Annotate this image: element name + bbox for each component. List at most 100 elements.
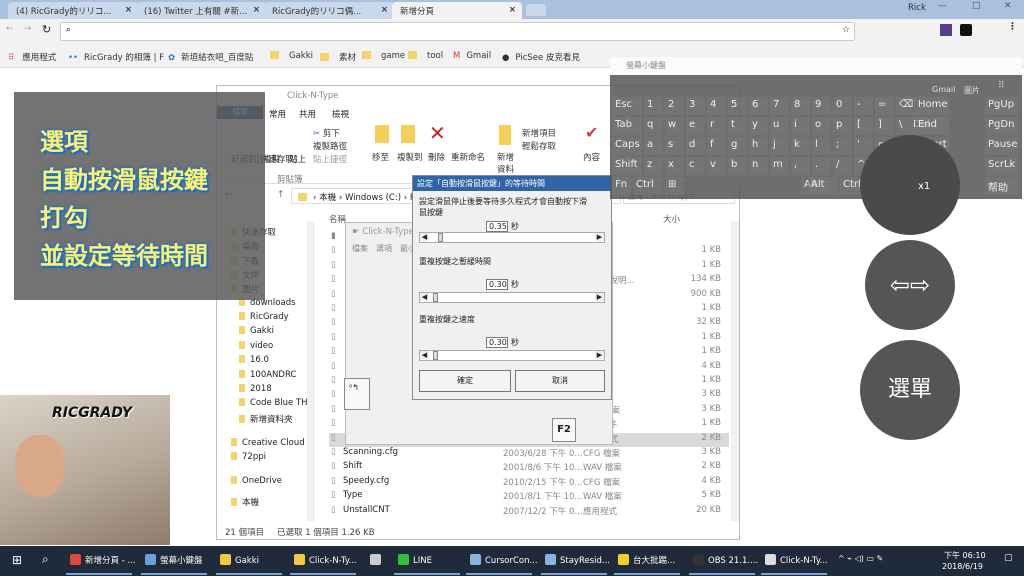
notifications-icon[interactable]: ▢ <box>1004 553 1013 563</box>
menu-button[interactable]: 選單 <box>860 340 960 440</box>
browser-tab[interactable]: (4) RicGrady的リリコ... × <box>8 2 138 19</box>
file-row[interactable]: ▯ Scanning.cfg 2003/6/28 下午 0... CFG 檔案 3 KB <box>329 447 729 461</box>
key[interactable]: [ <box>854 117 873 135</box>
reload-icon[interactable]: ↻ <box>42 23 51 36</box>
key[interactable]: b <box>728 157 747 175</box>
key[interactable]: 6 <box>749 97 768 115</box>
bookmark-folder[interactable]: tool <box>408 51 443 61</box>
key[interactable]: p <box>833 117 852 135</box>
close-tab-icon[interactable]: × <box>253 5 260 15</box>
key[interactable]: = <box>875 97 894 115</box>
key[interactable]: 帮助 <box>985 177 1019 195</box>
bookmark-apps[interactable]: ⠿ 應用程式 <box>8 51 56 63</box>
key[interactable]: PgDn <box>985 117 1019 135</box>
close-tab-icon[interactable]: × <box>509 5 516 15</box>
swap-button[interactable]: ⇦⇨ <box>865 240 955 330</box>
key[interactable]: Fn <box>612 177 631 195</box>
gmail-link[interactable]: Gmail <box>932 85 955 94</box>
bookmark[interactable]: ✿ 新垣結衣吧_百度貼 <box>168 51 253 63</box>
key[interactable]: 1 <box>644 97 663 115</box>
key[interactable]: Ctrl <box>633 177 663 195</box>
taskbar-item[interactable]: 新增分頁 - ... <box>70 554 136 566</box>
bookmark-folder[interactable]: game <box>362 51 405 61</box>
key[interactable]: c <box>686 157 705 175</box>
scroll-right-arrow[interactable]: ▶ <box>595 293 604 301</box>
scroll-left-arrow[interactable]: ◀ <box>420 233 429 241</box>
extension-icon[interactable] <box>940 24 952 36</box>
file-list-scrollbar[interactable] <box>731 221 739 521</box>
close-tab-icon[interactable]: × <box>381 5 388 15</box>
bookmark[interactable]: ● PicSee 皮克看見 <box>502 51 580 63</box>
key[interactable]: 0 <box>833 97 852 115</box>
autoclick-key[interactable]: ⁰↰ <box>344 378 370 410</box>
close-tab-icon[interactable]: × <box>125 5 132 15</box>
key[interactable]: 4 <box>707 97 726 115</box>
key[interactable]: 7 <box>770 97 789 115</box>
key[interactable]: Esc <box>612 97 642 115</box>
key[interactable]: d <box>686 137 705 155</box>
forward-icon[interactable]: → <box>24 24 32 34</box>
key[interactable]: Pause <box>985 137 1019 155</box>
bookmark-folder[interactable]: Gakki <box>270 51 313 61</box>
key[interactable]: u <box>770 117 789 135</box>
key[interactable]: s <box>665 137 684 155</box>
key[interactable]: 2 <box>665 97 684 115</box>
taskbar-item[interactable]: 台大批踢... <box>618 554 675 566</box>
menu-options[interactable]: 選項 <box>376 243 392 254</box>
menu-icon[interactable]: ⋮ <box>1008 22 1017 32</box>
setting-value[interactable]: 0.30 <box>486 337 508 348</box>
slider-thumb[interactable] <box>433 293 439 302</box>
setting-slider[interactable]: ◀ ▶ <box>419 350 605 361</box>
browser-tab-active[interactable]: 新增分頁 × <box>392 2 522 19</box>
key[interactable]: o <box>812 117 831 135</box>
key[interactable]: m <box>770 157 789 175</box>
scroll-left-arrow[interactable]: ◀ <box>420 351 429 359</box>
key[interactable]: 5 <box>728 97 747 115</box>
key[interactable]: ScrLk <box>985 157 1019 175</box>
key[interactable]: End <box>915 117 949 135</box>
key[interactable]: l <box>812 137 831 155</box>
key[interactable]: . <box>812 157 831 175</box>
key[interactable]: a <box>644 137 663 155</box>
key[interactable]: i <box>791 117 810 135</box>
key[interactable]: q <box>644 117 663 135</box>
browser-tab[interactable]: (16) Twitter 上有關 #新... × <box>136 2 266 19</box>
key[interactable]: r <box>707 117 726 135</box>
key[interactable]: Caps <box>612 137 642 155</box>
close-window-icon[interactable]: ✕ <box>1004 1 1012 11</box>
key[interactable]: 9 <box>812 97 831 115</box>
key[interactable]: / <box>833 157 852 175</box>
search-icon[interactable]: ⌕ <box>42 552 49 567</box>
key[interactable]: 3 <box>686 97 705 115</box>
scroll-left-arrow[interactable]: ◀ <box>420 293 429 301</box>
file-row[interactable]: ▯ UnstallCNT 2007/12/2 下午 0... 應用程式 20 KB <box>329 505 729 519</box>
slider-thumb[interactable] <box>433 351 439 360</box>
setting-value[interactable]: 0.35 <box>486 221 508 232</box>
ok-button[interactable]: 確定 <box>419 370 511 392</box>
key[interactable]: j <box>770 137 789 155</box>
profile-name[interactable]: Rick <box>908 3 926 13</box>
taskbar-item[interactable]: LINE <box>398 554 432 566</box>
clock-time[interactable]: 下午 06:10 <box>944 550 986 561</box>
key[interactable]: y <box>749 117 768 135</box>
windows-start-icon[interactable]: ⊞ <box>12 553 22 567</box>
apps-grid-icon[interactable]: ⠿ <box>998 81 1005 91</box>
images-link[interactable]: 圖片 <box>964 85 980 96</box>
scroll-right-arrow[interactable]: ▶ <box>595 233 604 241</box>
file-row[interactable]: ▯ Speedy.cfg 2010/2/15 下午 0... CFG 檔案 4 KB <box>329 476 729 490</box>
key[interactable]: n <box>749 157 768 175</box>
key[interactable]: Shift <box>612 157 642 175</box>
key[interactable]: f <box>707 137 726 155</box>
bookmark[interactable]: M Gmail <box>453 51 491 61</box>
key[interactable]: z <box>644 157 663 175</box>
taskbar-item[interactable]: 螢幕小鍵盤 <box>145 554 203 566</box>
slider-thumb[interactable] <box>438 233 444 242</box>
key[interactable]: g <box>728 137 747 155</box>
key[interactable]: e <box>686 117 705 135</box>
taskbar-item[interactable]: CursorCon... <box>470 554 538 566</box>
file-row[interactable]: ▯ Type 2001/8/1 下午 10... WAV 檔案 5 KB <box>329 490 729 504</box>
scroll-right-arrow[interactable]: ▶ <box>595 351 604 359</box>
key[interactable]: ⌫ <box>896 97 915 115</box>
bookmark[interactable]: •• RicGrady 的相簿 | F <box>68 51 164 63</box>
key[interactable]: PgUp <box>985 97 1019 115</box>
